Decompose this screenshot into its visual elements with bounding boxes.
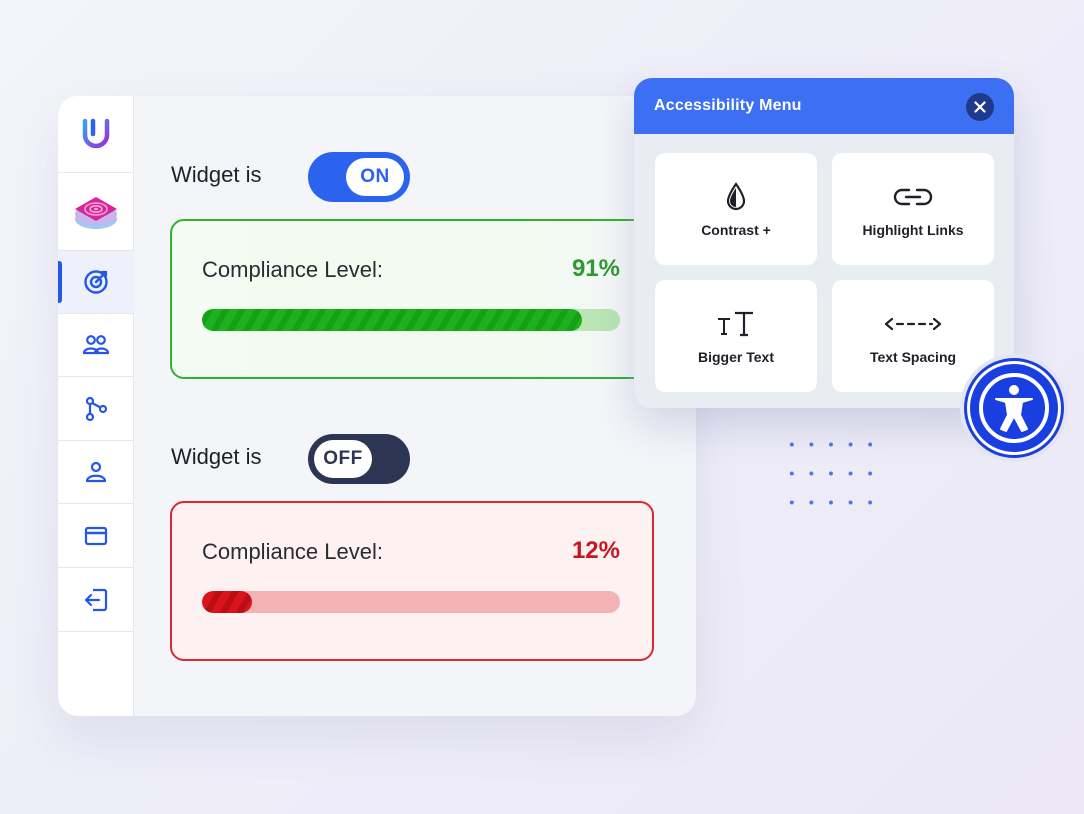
stacked-layers-icon — [75, 196, 117, 229]
compliance-label: Compliance Level: — [202, 539, 383, 564]
compliance-progress-track — [202, 591, 620, 613]
accessibility-menu-title: Accessibility Menu — [654, 97, 802, 114]
users-icon — [82, 335, 110, 355]
compliance-progress-fill — [202, 309, 583, 331]
toggle-text: ON — [346, 158, 404, 196]
compliance-progress-fill — [202, 591, 253, 613]
sidebar-item-account[interactable] — [58, 441, 134, 504]
text-spacing-icon — [884, 317, 942, 331]
tile-label: Contrast + — [701, 222, 771, 238]
accessibility-button[interactable] — [967, 361, 1061, 455]
account-icon — [85, 461, 107, 483]
link-icon — [893, 188, 933, 206]
accessibility-menu-panel: Accessibility Menu Contrast + Highlight … — [634, 78, 1014, 408]
logo[interactable] — [58, 96, 134, 173]
bigger-text-tile[interactable]: Bigger Text — [655, 280, 817, 392]
widget-status-label: Widget is — [171, 444, 262, 469]
share-branch-icon — [85, 396, 108, 421]
close-button[interactable] — [966, 93, 994, 121]
sidebar-item-billing[interactable] — [58, 504, 134, 568]
sidebar-item-logout[interactable] — [58, 568, 134, 632]
credit-card-icon — [84, 526, 108, 545]
sidebar-item-target[interactable] — [58, 251, 134, 314]
widget-toggle-on[interactable]: ON — [308, 152, 410, 202]
accessibility-person-icon — [979, 373, 1049, 443]
compliance-label: Compliance Level: — [202, 257, 383, 282]
compliance-progress-track — [202, 309, 620, 331]
sidebar — [58, 96, 134, 716]
toggle-text: OFF — [314, 440, 372, 478]
highlight-links-tile[interactable]: Highlight Links — [832, 153, 994, 265]
text-size-icon — [718, 311, 753, 337]
widget-toggle-off[interactable]: OFF — [308, 434, 410, 484]
target-icon — [84, 270, 108, 294]
compliance-value: 91% — [571, 255, 620, 282]
app-card: Widget is ON Compliance Level: 91% Widge… — [58, 96, 696, 716]
compliance-card-bad: Compliance Level: 12% — [170, 501, 654, 661]
sidebar-item-users[interactable] — [58, 314, 134, 377]
compliance-card-good: Compliance Level: 91% — [170, 219, 654, 379]
main-content: Widget is ON Compliance Level: 91% Widge… — [134, 96, 696, 716]
close-icon — [974, 101, 986, 113]
widget-status-label: Widget is — [171, 162, 262, 187]
stack-layers-button[interactable] — [58, 173, 134, 251]
u-logo-icon — [82, 118, 110, 149]
tile-label: Bigger Text — [698, 349, 774, 365]
logout-icon — [84, 588, 108, 611]
decorative-dots — [782, 430, 872, 526]
sidebar-item-branch[interactable] — [58, 377, 134, 441]
accessibility-menu-header: Accessibility Menu — [634, 78, 1014, 134]
contrast-tile[interactable]: Contrast + — [655, 153, 817, 265]
droplet-icon — [726, 182, 746, 211]
tile-label: Text Spacing — [869, 349, 957, 365]
compliance-value: 12% — [571, 537, 620, 564]
tile-label: Highlight Links — [862, 222, 964, 238]
